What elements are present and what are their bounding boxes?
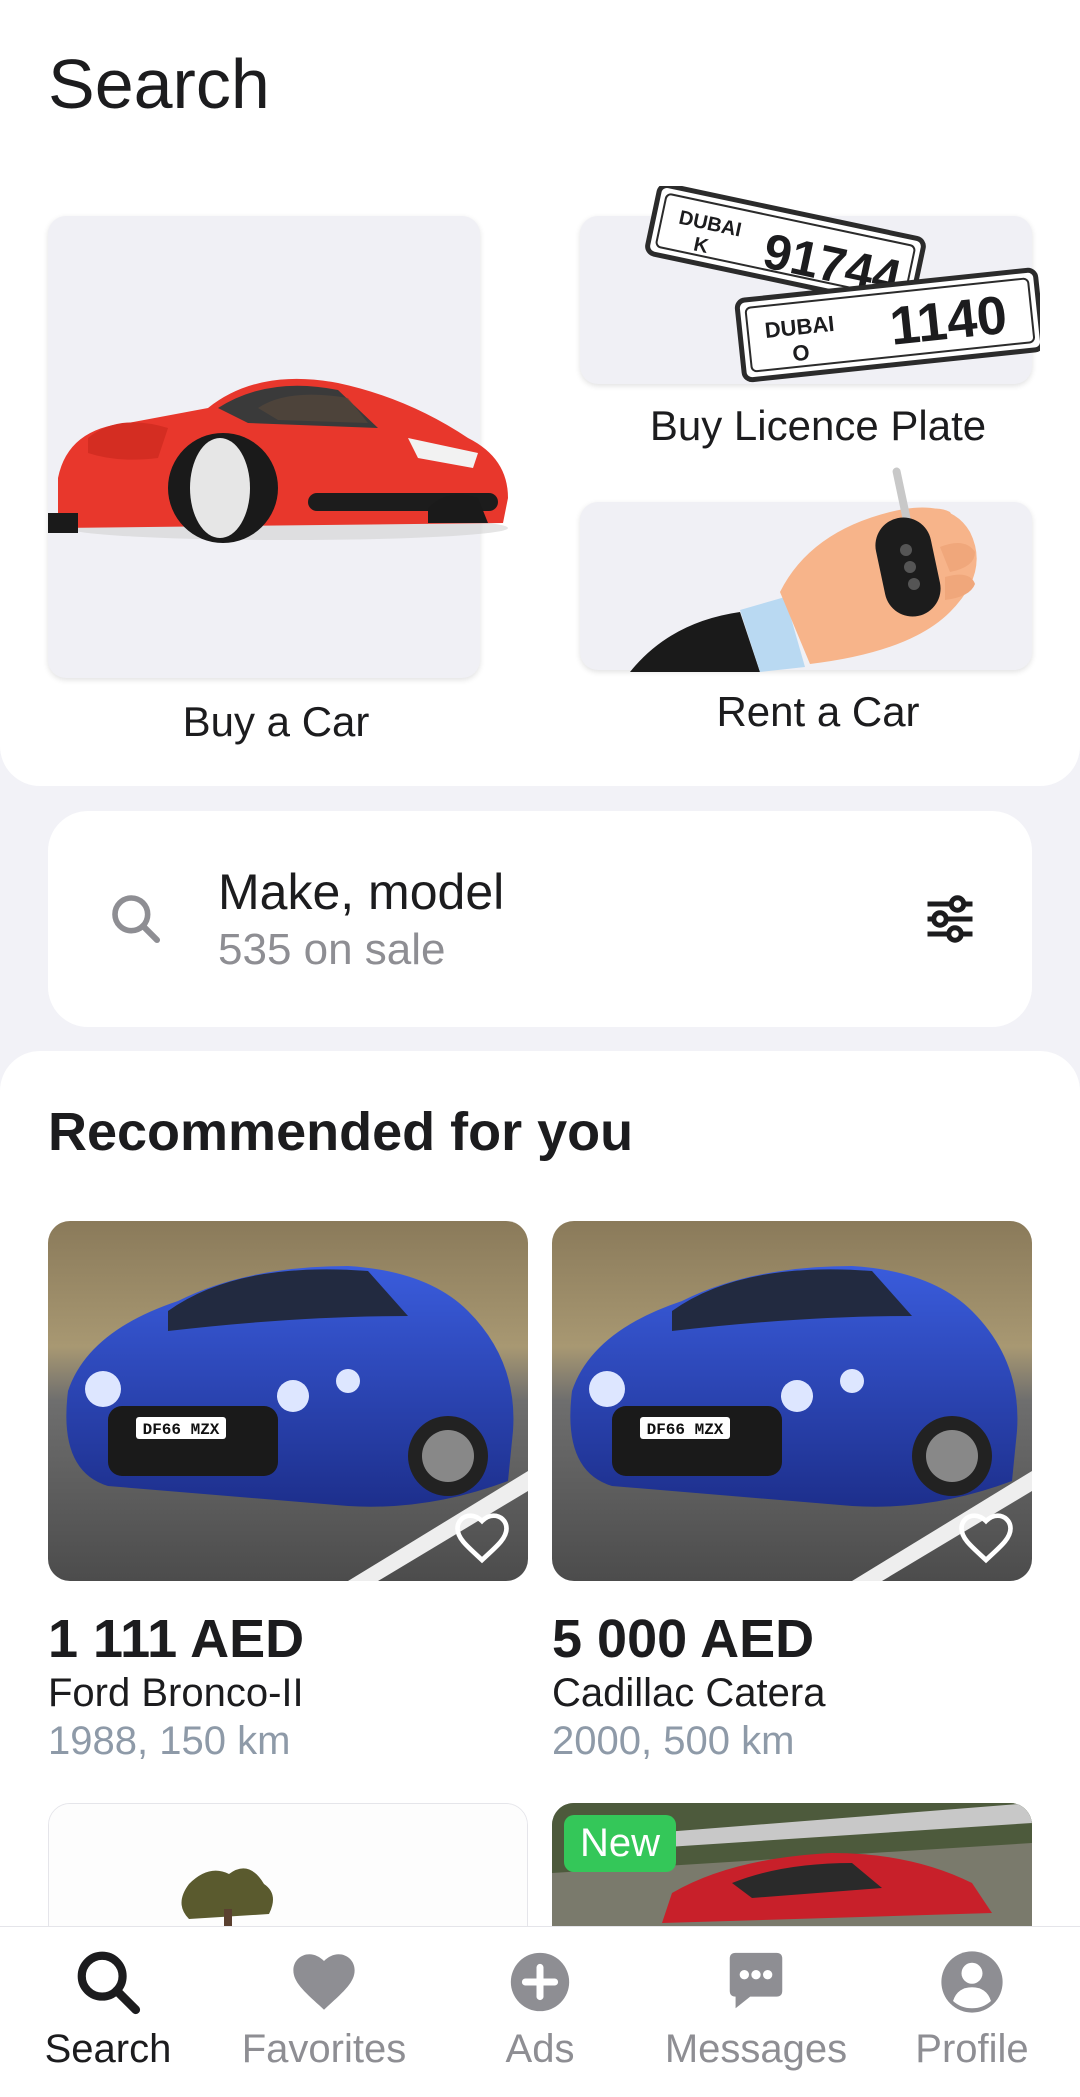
- search-count: 535 on sale: [218, 925, 446, 974]
- hand-with-key-image: [630, 467, 977, 672]
- listing-model: Cadillac Catera: [552, 1671, 826, 1715]
- filter-icon[interactable]: [920, 889, 980, 949]
- nav-label: Favorites: [241, 2027, 407, 2071]
- listing-meta: 2000, 500 km: [552, 1719, 795, 1763]
- buy-plate-card[interactable]: DUBAI K 91744 DUBAI O 1140: [580, 186, 1040, 384]
- plus-circle-icon: [510, 1952, 570, 2012]
- nav-ads[interactable]: Ads: [432, 1927, 648, 2097]
- heart-icon[interactable]: [454, 1513, 510, 1565]
- listing-price: 1 111 AED: [48, 1609, 305, 1669]
- car-photo[interactable]: DF66 MZX: [552, 1221, 1032, 1581]
- buy-car-card[interactable]: [48, 216, 508, 678]
- chat-icon: [729, 1952, 783, 2009]
- plate-text: DF66 MZX: [647, 1421, 724, 1439]
- nav-search[interactable]: Search: [0, 1927, 216, 2097]
- car-photo[interactable]: DF66 MZX: [48, 1221, 528, 1581]
- red-car-image: [48, 378, 508, 543]
- nav-label: Search: [44, 2027, 172, 2071]
- profile-icon: [941, 1951, 1003, 2013]
- rent-car-label[interactable]: Rent a Car: [580, 688, 1056, 736]
- search-title: Make, model: [218, 864, 505, 920]
- nav-label: Ads: [505, 2027, 575, 2071]
- plate-text: DF66 MZX: [143, 1421, 220, 1439]
- nav-label: Profile: [915, 2027, 1029, 2071]
- buy-car-label[interactable]: Buy a Car: [48, 698, 504, 746]
- new-badge: New: [564, 1815, 677, 1872]
- buy-plate-label[interactable]: Buy Licence Plate: [580, 402, 1056, 450]
- licence-plates-image: DUBAI K 91744 DUBAI O 1140: [645, 186, 1040, 383]
- rent-car-card[interactable]: [580, 467, 1032, 672]
- page-title: Search: [48, 45, 270, 123]
- listing-model: Ford Bronco-II: [48, 1671, 304, 1715]
- heart-icon[interactable]: [958, 1513, 1014, 1565]
- plate2-letter: O: [791, 340, 811, 367]
- heart-icon: [293, 1954, 355, 2010]
- bottom-navigation: Search Favorites Ads Messages Profile: [0, 1926, 1080, 2097]
- listing-price: 5 000 AED: [552, 1609, 815, 1669]
- nav-favorites[interactable]: Favorites: [216, 1927, 432, 2097]
- nav-messages[interactable]: Messages: [648, 1927, 864, 2097]
- plate2-number: 1140: [887, 285, 1010, 357]
- recommended-title: Recommended for you: [48, 1102, 634, 1162]
- search-icon: [77, 1951, 141, 2015]
- categories-section: Search Buy a Car DUBAI K 91744 DUBAI O 1…: [0, 0, 1080, 786]
- nav-profile[interactable]: Profile: [864, 1927, 1080, 2097]
- nav-label: Messages: [664, 2027, 848, 2071]
- search-bar[interactable]: Make, model 535 on sale: [48, 811, 1032, 1027]
- listing-meta: 1988, 150 km: [48, 1719, 291, 1763]
- search-icon: [112, 895, 161, 944]
